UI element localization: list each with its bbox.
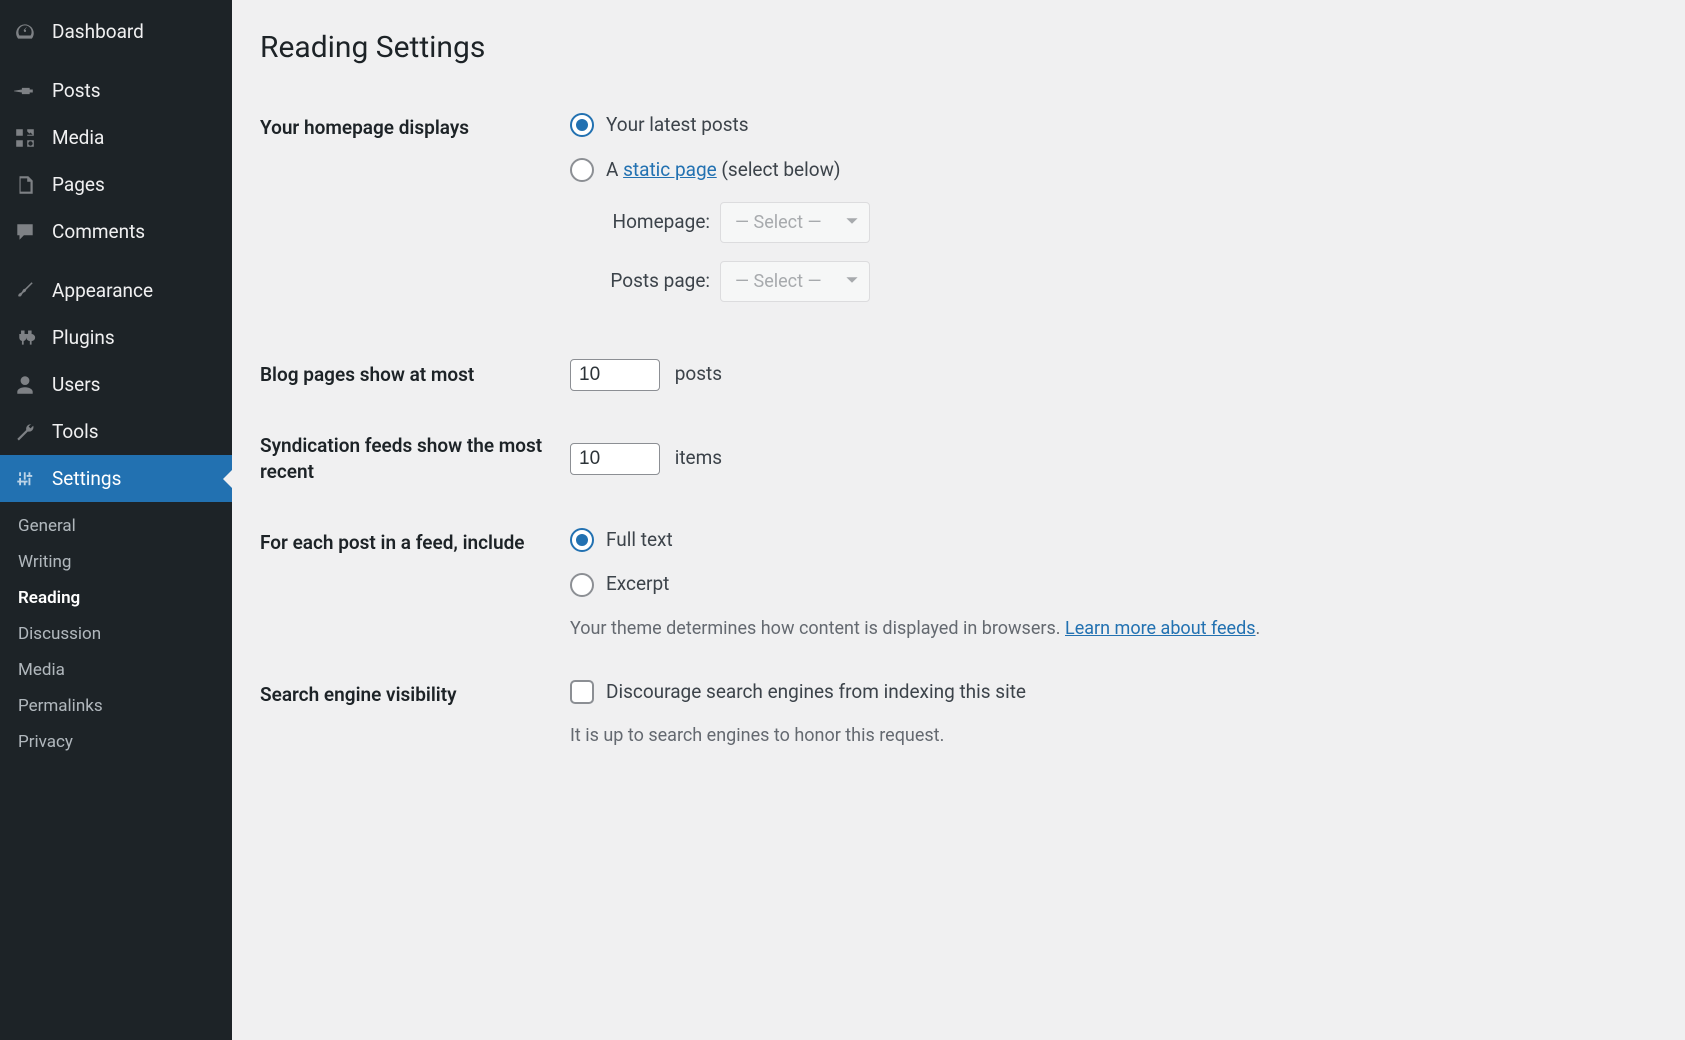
page-title: Reading Settings [260,30,1657,65]
radio-latest-posts[interactable] [570,113,594,137]
sidebar-item-label: Plugins [52,326,115,349]
select-placeholder: — Select — [735,209,822,236]
sidebar-item-posts[interactable]: Posts [0,67,232,114]
admin-sidebar: Dashboard Posts Media Pages Comments App… [0,0,232,1040]
syndication-input[interactable] [570,443,660,475]
sidebar-item-label: Users [52,373,100,396]
radio-static-page[interactable] [570,158,594,182]
posts-page-select-label: Posts page: [590,267,710,296]
submenu-item-general[interactable]: General [0,508,232,544]
dashboard-icon [14,21,42,43]
main-content: Reading Settings Your homepage displays … [232,0,1685,1040]
syndication-label: Syndication feeds show the most recent [260,411,560,508]
settings-submenu: General Writing Reading Discussion Media… [0,502,232,770]
submenu-item-reading[interactable]: Reading [0,580,232,616]
learn-more-feeds-link[interactable]: Learn more about feeds [1065,618,1256,639]
radio-excerpt-label: Excerpt [606,570,669,599]
homepage-displays-label: Your homepage displays [260,93,560,340]
homepage-select[interactable]: — Select — [720,202,870,243]
sidebar-item-plugins[interactable]: Plugins [0,314,232,361]
items-suffix: items [675,446,722,469]
sidebar-item-dashboard[interactable]: Dashboard [0,8,232,55]
wrench-icon [14,421,42,443]
pages-icon [14,174,42,196]
sidebar-item-pages[interactable]: Pages [0,161,232,208]
settings-form: Your homepage displays Your latest posts… [260,93,1657,767]
search-visibility-description: It is up to search engines to honor this… [570,722,1647,749]
brush-icon [14,280,42,302]
radio-excerpt[interactable] [570,573,594,597]
current-menu-arrow-icon [223,469,233,489]
radio-full-text[interactable] [570,528,594,552]
submenu-item-media[interactable]: Media [0,652,232,688]
search-visibility-label: Search engine visibility [260,660,560,768]
user-icon [14,374,42,396]
radio-full-text-label: Full text [606,526,673,555]
radio-latest-posts-label: Your latest posts [606,111,749,140]
sidebar-item-users[interactable]: Users [0,361,232,408]
submenu-item-discussion[interactable]: Discussion [0,616,232,652]
static-page-link[interactable]: static page [623,158,717,181]
sidebar-item-label: Settings [52,467,121,490]
sliders-icon [14,468,42,490]
sidebar-item-appearance[interactable]: Appearance [0,267,232,314]
checkbox-discourage[interactable] [570,680,594,704]
checkbox-discourage-label: Discourage search engines from indexing … [606,678,1026,707]
posts-page-select[interactable]: — Select — [720,261,870,302]
submenu-item-writing[interactable]: Writing [0,544,232,580]
sidebar-item-label: Comments [52,220,145,243]
plug-icon [14,327,42,349]
chevron-down-icon [845,268,859,295]
sidebar-item-label: Tools [52,420,99,443]
submenu-item-permalinks[interactable]: Permalinks [0,688,232,724]
submenu-item-privacy[interactable]: Privacy [0,724,232,760]
sidebar-item-label: Posts [52,79,101,102]
blog-pages-input[interactable] [570,359,660,391]
radio-static-page-label: A static page (select below) [606,156,840,185]
sidebar-item-label: Appearance [52,279,153,302]
blog-pages-label: Blog pages show at most [260,340,560,411]
media-icon [14,127,42,149]
sidebar-item-media[interactable]: Media [0,114,232,161]
select-placeholder: — Select — [735,268,822,295]
sidebar-item-tools[interactable]: Tools [0,408,232,455]
chevron-down-icon [845,209,859,236]
sidebar-item-settings[interactable]: Settings [0,455,232,502]
posts-suffix: posts [675,362,722,385]
comments-icon [14,221,42,243]
sidebar-item-label: Pages [52,173,105,196]
sidebar-item-label: Media [52,126,104,149]
feed-include-label: For each post in a feed, include [260,508,560,660]
pin-icon [14,80,42,102]
feed-description: Your theme determines how content is dis… [570,615,1647,642]
sidebar-item-label: Dashboard [52,20,144,43]
sidebar-item-comments[interactable]: Comments [0,208,232,255]
homepage-select-label: Homepage: [590,208,710,237]
